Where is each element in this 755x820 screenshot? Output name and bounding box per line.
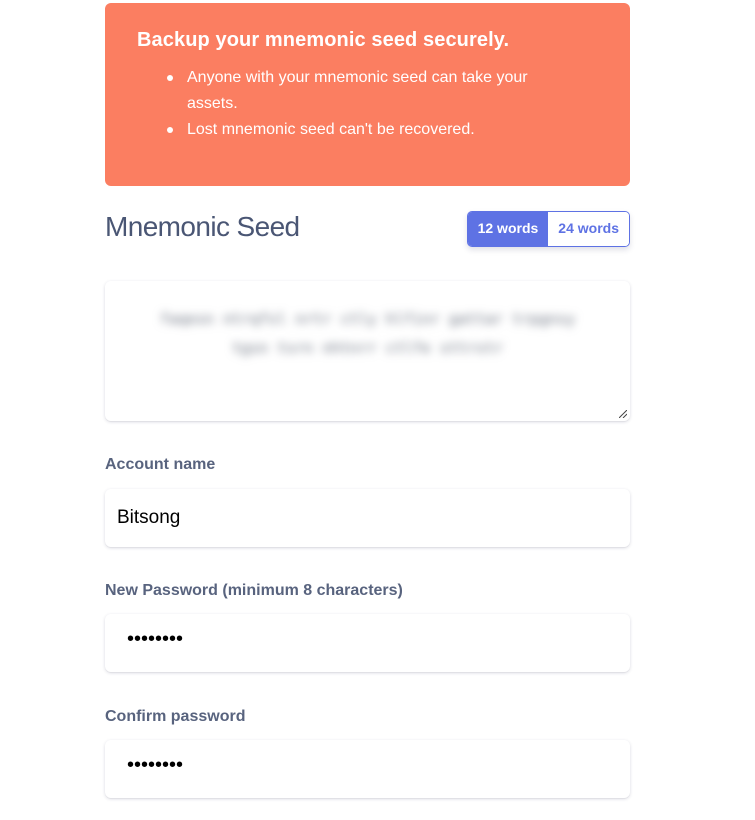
warning-list-item: Lost mnemonic seed can't be recovered. <box>167 117 558 143</box>
confirm-password-label: Confirm password <box>105 708 246 725</box>
backup-warning-alert: Backup your mnemonic seed securely. Anyo… <box>105 3 630 186</box>
twelve-words-button[interactable]: 12 words <box>467 212 549 246</box>
word-count-toggle: 12 words 24 words <box>466 211 630 247</box>
resize-handle-icon[interactable] <box>619 410 627 418</box>
bullet-icon <box>167 127 173 133</box>
confirm-password-field[interactable]: •••••••• <box>105 740 630 798</box>
new-password-field[interactable]: •••••••• <box>105 614 630 672</box>
account-name-field[interactable]: Bitsong <box>105 489 630 547</box>
warning-list-item: Anyone with your mnemonic seed can take … <box>167 65 558 117</box>
twenty-four-words-button[interactable]: 24 words <box>548 212 629 246</box>
confirm-password-value: •••••••• <box>127 753 184 776</box>
mnemonic-seed-textarea[interactable]: faqesn ntrqfsl nrtr ctly hlfinr gattar t… <box>105 281 630 421</box>
warning-list: Anyone with your mnemonic seed can take … <box>137 65 598 143</box>
account-name-value: Bitsong <box>117 507 181 528</box>
seed-title: Mnemonic Seed <box>105 211 300 242</box>
account-name-label: Account name <box>105 456 216 473</box>
mnemonic-seed-text: faqesn ntrqfsl nrtr ctly hlfinr gattar t… <box>159 310 576 357</box>
warning-item-text: Anyone with your mnemonic seed can take … <box>187 69 528 112</box>
new-password-value: •••••••• <box>127 627 184 650</box>
warning-item-text: Lost mnemonic seed can't be recovered. <box>187 121 475 138</box>
new-password-label: New Password (minimum 8 characters) <box>105 582 403 599</box>
warning-title: Backup your mnemonic seed securely. <box>137 29 510 51</box>
bullet-icon <box>167 75 173 81</box>
seed-header: Mnemonic Seed 12 words 24 words <box>105 207 630 251</box>
